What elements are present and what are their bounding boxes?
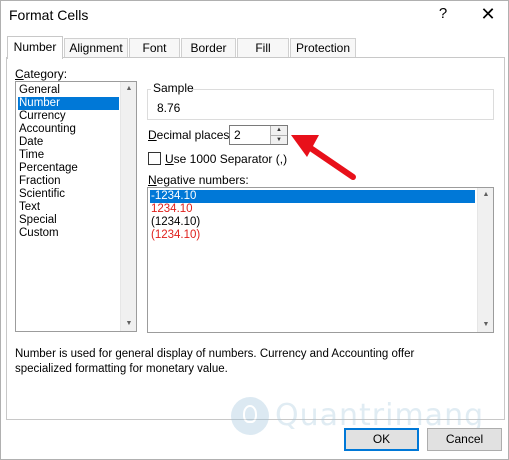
decimal-places-label: Decimal places: — [148, 128, 233, 142]
thousands-separator-label[interactable]: Use 1000 Separator (,) — [165, 152, 287, 166]
tab-alignment[interactable]: Alignment — [64, 38, 128, 58]
thousands-separator-checkbox[interactable] — [148, 152, 161, 165]
format-cells-dialog: Format Cells ? ✕ Number Alignment Font B… — [0, 0, 509, 460]
category-label: Category: — [15, 67, 68, 81]
negative-numbers-label: Negative numbers: — [148, 173, 249, 187]
scroll-down-arrow-icon[interactable]: ▼ — [478, 318, 494, 332]
watermark-circle — [231, 397, 269, 435]
help-button[interactable]: ? — [433, 3, 453, 25]
list-item[interactable]: General — [18, 84, 119, 97]
negative-numbers-scrollbar[interactable]: ▲ ▼ — [477, 188, 493, 332]
list-item[interactable]: Special — [18, 214, 119, 227]
scroll-up-arrow-icon[interactable]: ▲ — [478, 188, 494, 202]
lightbulb-icon — [243, 405, 257, 423]
negative-numbers-listbox[interactable]: -1234.10 1234.10 (1234.10) (1234.10) ▲ ▼ — [147, 187, 494, 333]
list-item[interactable]: Accounting — [18, 123, 119, 136]
list-item[interactable]: 1234.10 — [150, 203, 475, 216]
list-item[interactable]: Custom — [18, 227, 119, 240]
spin-up-icon[interactable]: ▲ — [271, 126, 287, 135]
sample-group-top — [191, 89, 493, 90]
list-item[interactable]: Fraction — [18, 175, 119, 188]
category-scrollbar[interactable]: ▲ ▼ — [120, 82, 136, 331]
spin-down-icon[interactable]: ▼ — [271, 135, 287, 144]
dialog-title: Format Cells — [9, 7, 89, 23]
arrow-shaft — [306, 144, 356, 180]
sample-value: 8.76 — [157, 101, 181, 115]
list-item[interactable]: Scientific — [18, 188, 119, 201]
tab-number[interactable]: Number — [7, 36, 63, 59]
sample-group-left — [147, 89, 148, 119]
category-listbox[interactable]: General Number Currency Accounting Date … — [15, 81, 137, 332]
close-button[interactable]: ✕ — [475, 3, 501, 25]
annotation-arrow-icon — [291, 135, 356, 180]
ok-button[interactable]: OK — [344, 428, 419, 451]
decimal-places-stepper[interactable]: 2 ▲ ▼ — [229, 125, 288, 145]
cancel-button[interactable]: Cancel — [427, 428, 502, 451]
format-description: Number is used for general display of nu… — [15, 348, 415, 375]
tab-border[interactable]: Border — [181, 38, 236, 58]
list-item[interactable]: Currency — [18, 110, 119, 123]
tab-font[interactable]: Font — [129, 38, 180, 58]
title-bar: Format Cells ? ✕ — [1, 1, 508, 29]
sample-label: Sample — [153, 81, 194, 95]
list-item[interactable]: Percentage — [18, 162, 119, 175]
scroll-down-arrow-icon[interactable]: ▼ — [121, 317, 137, 331]
decimal-places-value[interactable]: 2 — [234, 128, 241, 142]
list-item[interactable]: (1234.10) — [150, 216, 475, 229]
tab-protection[interactable]: Protection — [290, 38, 356, 58]
sample-group-right — [493, 89, 494, 119]
spin-buttons: ▲ ▼ — [270, 126, 287, 144]
list-item[interactable]: (1234.10) — [150, 229, 475, 242]
list-item[interactable]: Date — [18, 136, 119, 149]
scroll-up-arrow-icon[interactable]: ▲ — [121, 82, 137, 96]
tab-fill[interactable]: Fill — [237, 38, 289, 58]
list-item[interactable]: Time — [18, 149, 119, 162]
sample-group-bottom — [147, 119, 494, 120]
list-item[interactable]: Text — [18, 201, 119, 214]
list-item[interactable]: -1234.10 — [150, 190, 475, 203]
list-item[interactable]: Number — [18, 97, 119, 110]
